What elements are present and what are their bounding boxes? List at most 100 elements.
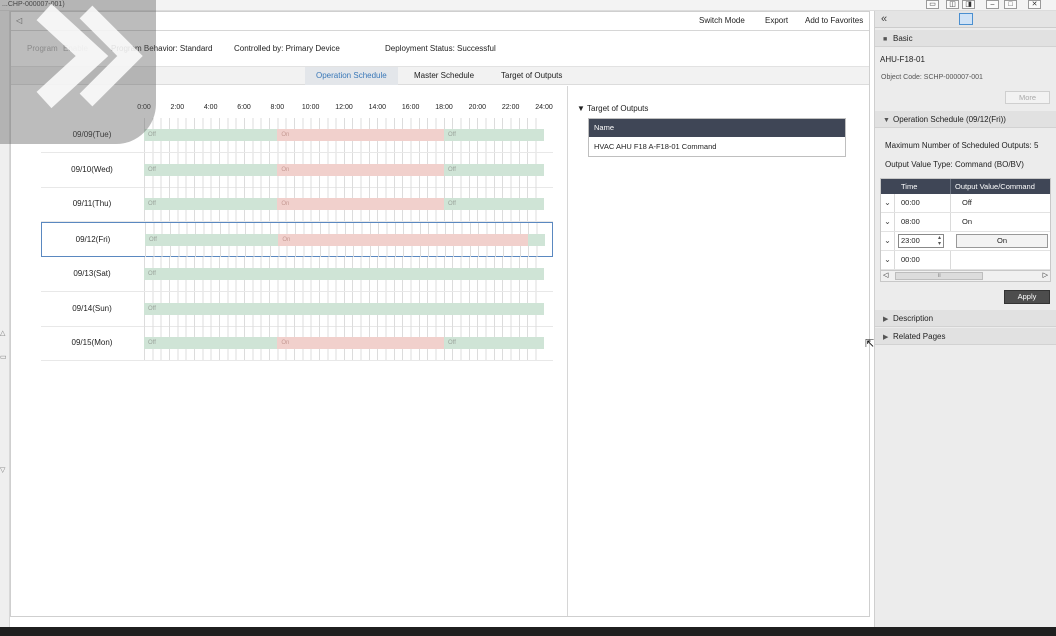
split-icon[interactable]: ◨ xyxy=(962,0,975,9)
schedule-segment-off[interactable] xyxy=(528,234,545,247)
scroll-thumb[interactable]: ॥ xyxy=(895,272,983,280)
controlled-by: Controlled by: Primary Device xyxy=(234,44,340,53)
schedule-segment-off[interactable]: Off xyxy=(444,163,544,176)
related-pages-label: Related Pages xyxy=(893,332,946,341)
hour-label: 18:00 xyxy=(435,104,453,111)
basic-section-header[interactable]: ■ Basic xyxy=(875,30,1056,47)
target-row[interactable]: HVAC AHU F18 A-F18-01 Command xyxy=(589,137,845,156)
target-column-name[interactable]: Name xyxy=(589,119,845,137)
day-timeline[interactable]: Off On Off xyxy=(144,326,544,361)
properties-toolbar: « xyxy=(875,11,1056,28)
output-row[interactable]: ⌄ 00:00 Off xyxy=(881,194,1050,213)
scroll-right-icon[interactable]: ▷ xyxy=(1043,271,1048,281)
schedule-segment-off[interactable]: Off xyxy=(145,234,279,247)
day-row[interactable]: 09/10(Wed) Off On Off xyxy=(41,152,553,188)
day-row[interactable]: 09/15(Mon) Off On Off xyxy=(41,326,553,362)
hour-label: 14:00 xyxy=(368,104,387,111)
day-row[interactable]: 09/14(Sun) Off xyxy=(41,291,553,327)
schedule-segment-off[interactable]: Off xyxy=(444,129,544,141)
tab-master-schedule[interactable]: Master Schedule xyxy=(403,67,485,85)
hour-label: 10:00 xyxy=(301,104,320,111)
expand-down-icon: ▼ xyxy=(883,117,890,124)
schedule-segment-on[interactable]: On xyxy=(277,129,444,141)
day-timeline[interactable]: Off xyxy=(144,291,544,326)
output-value-button[interactable]: On xyxy=(956,234,1048,248)
schedule-segment-off[interactable]: Off xyxy=(144,302,544,315)
day-timeline[interactable]: Off On Off xyxy=(144,152,544,187)
export-button[interactable]: Export xyxy=(765,16,788,25)
day-row[interactable]: 09/13(Sat) Off xyxy=(41,256,553,292)
day-timeline[interactable]: Off On Off xyxy=(144,118,544,152)
minimize-icon[interactable]: – xyxy=(986,0,999,9)
scroll-left-icon[interactable]: ◁ xyxy=(883,271,888,281)
day-label: 09/13(Sat) xyxy=(73,268,111,278)
schedule-segment-off[interactable]: Off xyxy=(144,198,278,211)
schedule-segment-on[interactable]: On xyxy=(277,198,444,211)
panel-marker-icon[interactable]: ▭ xyxy=(0,353,7,361)
hour-label: 6:00 xyxy=(237,104,251,111)
horizontal-scrollbar[interactable]: ◁ ॥ ▷ xyxy=(880,270,1051,282)
schedule-segment-off[interactable]: Off xyxy=(444,337,544,350)
hour-label: 22:00 xyxy=(501,104,520,111)
schedule-segment-off[interactable]: Off xyxy=(144,337,278,350)
operation-schedule-header[interactable]: ▼ Operation Schedule (09/12(Fri)) xyxy=(875,111,1056,128)
filter-icon[interactable]: ▽ xyxy=(0,466,5,474)
schedule-segment-off[interactable]: Off xyxy=(144,129,278,141)
tab-target-of-outputs[interactable]: Target of Outputs xyxy=(490,67,573,85)
description-section-header[interactable]: ▶ Description xyxy=(875,310,1056,327)
schedule-segment-off[interactable]: Off xyxy=(144,267,544,280)
output-row[interactable]: ⌄ 08:00 On xyxy=(881,213,1050,232)
schedule-segment-on[interactable]: On xyxy=(277,163,444,176)
schedule-segment-off[interactable]: Off xyxy=(444,198,544,211)
row-value: Off xyxy=(962,198,972,207)
output-row[interactable]: ⌄ 00:00 xyxy=(881,251,1050,270)
output-type: Output Value Type: Command (BO/BV) xyxy=(885,160,1024,169)
day-timeline[interactable]: Off xyxy=(144,256,544,291)
properties-panel: « ■ Basic AHU-F18-01 Object Code: SCHP-00… xyxy=(874,11,1056,627)
related-pages-section-header[interactable]: ▶ Related Pages xyxy=(875,328,1056,345)
switch-mode-button[interactable]: Switch Mode xyxy=(699,16,745,25)
collapse-icon[interactable]: « xyxy=(881,13,887,25)
row-time: 00:00 xyxy=(901,255,920,264)
schedule-grid: 0:00 2:00 4:00 6:00 8:00 10:00 12:00 14:00 16:00… xyxy=(11,86,568,616)
close-icon[interactable]: ✕ xyxy=(1028,0,1041,9)
square-icon: ■ xyxy=(883,36,888,43)
tab-operation-schedule[interactable]: Operation Schedule xyxy=(305,67,398,85)
day-row[interactable]: 09/11(Thu) Off On Off xyxy=(41,187,553,223)
navigation-overlay[interactable] xyxy=(0,0,156,144)
properties-tab-icon[interactable] xyxy=(959,13,973,25)
hour-label: 2:00 xyxy=(170,104,185,111)
spinner-arrows-icon[interactable]: ▴ ▾ xyxy=(938,235,941,247)
apply-button[interactable]: Apply xyxy=(1004,290,1050,304)
row-time: 08:00 xyxy=(901,217,920,226)
add-to-favorites-button[interactable]: Add to Favorites xyxy=(805,16,863,25)
column-divider xyxy=(950,213,951,231)
target-header[interactable]: ▼ Target of Outputs xyxy=(577,104,648,113)
object-code: Object Code: SCHP-000007-001 xyxy=(881,74,983,81)
output-table-header: Time Output Value/Command xyxy=(881,179,1050,194)
target-header-label: Target of Outputs xyxy=(587,104,649,113)
column-divider xyxy=(950,194,951,212)
taskbar xyxy=(0,627,1056,636)
maximize-icon[interactable]: □ xyxy=(1004,0,1017,9)
day-timeline[interactable]: Off On Off xyxy=(144,187,544,222)
chevron-down-icon[interactable]: ⌄ xyxy=(881,232,895,250)
mouse-cursor-icon: ⇱ xyxy=(865,338,875,350)
layout-icon[interactable]: ◫ xyxy=(946,0,959,9)
day-row[interactable]: 09/12(Fri) Off On xyxy=(41,222,553,258)
row-time: 00:00 xyxy=(901,198,920,207)
expand-right-icon: ▶ xyxy=(883,334,889,341)
schedule-segment-on[interactable]: On xyxy=(277,337,444,350)
deployment-status: Deployment Status: Successful xyxy=(385,44,496,53)
chevron-down-icon[interactable]: ⌄ xyxy=(881,194,895,212)
more-button[interactable]: More xyxy=(1005,91,1050,104)
print-icon[interactable]: ▭ xyxy=(926,0,939,9)
day-timeline[interactable]: Off On xyxy=(145,223,545,258)
output-row-editing[interactable]: ⌄ 23:00 ▴ ▾ On xyxy=(881,232,1050,251)
time-spinner-input[interactable]: 23:00 ▴ ▾ xyxy=(898,234,944,248)
chevron-down-icon[interactable]: ⌄ xyxy=(881,213,895,231)
row-value: On xyxy=(962,217,973,226)
schedule-segment-on[interactable]: On xyxy=(278,234,529,247)
schedule-segment-off[interactable]: Off xyxy=(144,163,278,176)
chevron-down-icon[interactable]: ⌄ xyxy=(881,251,895,269)
